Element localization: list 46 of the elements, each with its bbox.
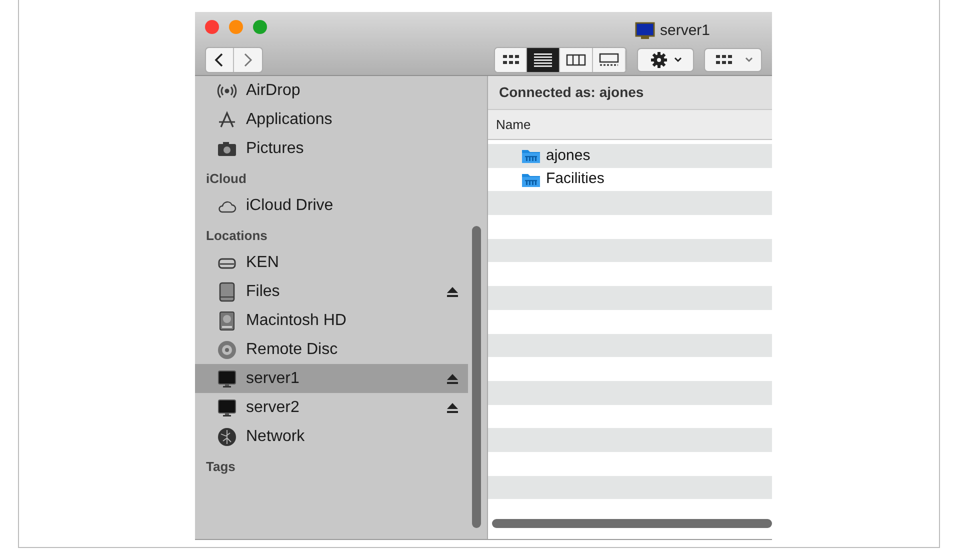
gear-icon xyxy=(650,51,668,69)
sidebar-section-header: Locations xyxy=(206,226,268,244)
sidebar-item[interactable]: Remote Disc xyxy=(195,335,468,364)
icons-view-button[interactable] xyxy=(494,48,528,72)
file-name: ajones xyxy=(546,146,590,166)
monitor-icon xyxy=(635,22,655,40)
hard-drive-icon xyxy=(217,310,237,330)
sidebar-item[interactable]: AirDrop xyxy=(195,76,468,105)
sidebar-item[interactable]: server1 xyxy=(195,364,468,393)
sidebar-item[interactable]: server2 xyxy=(195,393,468,422)
window-title: server1 xyxy=(660,21,710,41)
table-row[interactable]: Facilities xyxy=(488,168,772,192)
file-name: Facilities xyxy=(546,169,604,190)
eject-icon[interactable] xyxy=(447,402,458,412)
chevron-left-icon xyxy=(214,53,224,67)
sidebar-item[interactable]: Pictures xyxy=(195,134,468,163)
monitor-icon xyxy=(217,368,237,388)
scrollbar-thumb[interactable] xyxy=(472,226,481,528)
action-menu-button[interactable] xyxy=(636,48,694,72)
chevron-down-icon xyxy=(745,57,754,63)
horizontal-scrollbar[interactable] xyxy=(492,519,772,528)
sidebar-item[interactable]: Files xyxy=(195,277,468,306)
group-menu-button[interactable] xyxy=(704,48,762,72)
sidebar-item[interactable]: Network xyxy=(195,422,468,451)
columns-icon xyxy=(565,53,588,67)
list-icon xyxy=(532,53,554,67)
eject-icon[interactable] xyxy=(447,374,458,384)
list-view-button[interactable] xyxy=(527,48,560,72)
sidebar-item[interactable]: Applications xyxy=(195,105,468,134)
sidebar-section-header: Tags xyxy=(206,458,236,476)
connection-status: Connected as: ajones xyxy=(499,83,644,102)
sidebar-section-header: iCloud xyxy=(206,170,246,188)
folder-icon xyxy=(521,148,541,164)
disc-icon xyxy=(217,340,237,360)
sidebar-item[interactable]: Macintosh HD xyxy=(195,306,468,335)
sidebar-item[interactable]: KEN xyxy=(195,248,468,277)
column-header[interactable]: Name xyxy=(488,110,531,139)
gallery-icon xyxy=(598,53,620,67)
globe-icon xyxy=(217,426,237,446)
eject-icon[interactable] xyxy=(447,286,458,296)
monitor-icon xyxy=(217,398,237,418)
chevron-down-icon xyxy=(674,57,682,63)
folder-icon xyxy=(521,172,541,188)
sidebar-item[interactable]: iCloud Drive xyxy=(195,191,468,220)
chevron-right-icon xyxy=(242,53,253,67)
table-row[interactable]: ajones xyxy=(488,144,772,168)
